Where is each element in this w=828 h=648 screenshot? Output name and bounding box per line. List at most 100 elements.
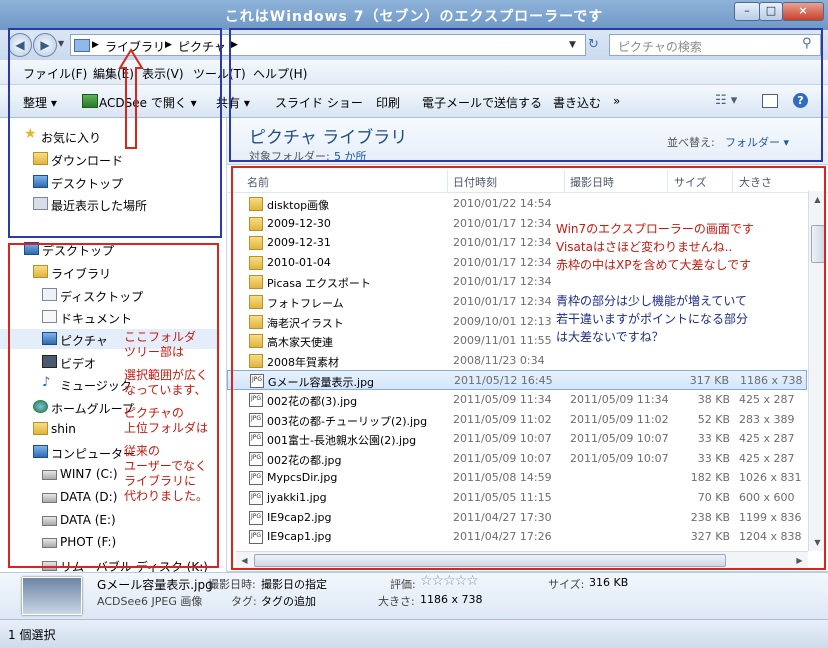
file-row[interactable]: JPG 001富士-長池親水公園(2).jpg 2011/05/09 10:07 20… — [227, 429, 807, 449]
file-row[interactable]: JPG jyakki1.jpg 2011/05/05 11:15 70 KB 600 x… — [227, 488, 807, 508]
open-with-button[interactable]: ACDSee で開く ▾ — [99, 94, 197, 111]
nav-tree-drive-k[interactable]: リムーバブル ディスク (K:) — [0, 555, 220, 572]
music-icon: ♪ — [42, 375, 51, 390]
detail-dims-value: 1186 x 738 — [420, 593, 483, 606]
burn-button[interactable]: 書き込む — [553, 94, 601, 111]
file-taken: 2011/05/09 11:02 — [570, 412, 669, 426]
file-date: 2011/05/09 11:34 — [453, 393, 552, 406]
nav-desktop[interactable]: デスクトップ — [0, 172, 220, 192]
back-button[interactable]: ◀ — [8, 33, 32, 57]
column-divider[interactable] — [447, 170, 448, 192]
nav-downloads[interactable]: ダウンロード — [0, 149, 220, 169]
nav-tree-desktop[interactable]: デスクトップ — [0, 239, 220, 259]
folder-icon — [249, 353, 263, 368]
slideshow-button[interactable]: スライド ショー — [275, 94, 363, 111]
refresh-icon[interactable]: ↻ — [588, 37, 599, 52]
view-options-icon[interactable]: ☷ ▾ — [715, 93, 737, 108]
file-row[interactable]: JPG IE9cap1.jpg 2011/04/27 17:26 327 KB 1204… — [227, 527, 807, 547]
column-divider[interactable] — [564, 170, 565, 192]
included-folders-link[interactable]: 5 か所 — [334, 148, 367, 164]
scroll-right-icon[interactable]: ▶ — [791, 552, 808, 569]
scroll-down-icon[interactable]: ▼ — [809, 534, 826, 551]
column-name[interactable]: 名前 — [247, 174, 269, 190]
nav-label: DATA (D:) — [60, 490, 118, 504]
search-icon[interactable]: ⚲ — [802, 36, 812, 51]
column-divider[interactable] — [667, 170, 668, 192]
file-row[interactable]: JPG 003花の都-チューリップ(2).jpg 2011/05/09 11:02 2… — [227, 410, 807, 430]
more-commands-button[interactable]: » — [613, 94, 620, 108]
file-date: 2011/05/09 10:07 — [453, 432, 552, 446]
column-size[interactable]: サイズ — [674, 174, 707, 190]
tree-note-line: 代わりました。 — [124, 489, 209, 503]
horizontal-scroll-thumb[interactable] — [254, 554, 726, 567]
file-name: 002花の都.jpg — [267, 453, 342, 467]
scroll-left-icon[interactable]: ◀ — [236, 552, 253, 569]
close-button[interactable]: × — [782, 2, 824, 21]
file-row[interactable]: 2008年賀素材 2008/11/23 0:34 — [227, 351, 807, 371]
file-row[interactable]: disktop画像 2010/01/22 14:54 — [227, 194, 807, 214]
folder-icon — [249, 295, 263, 309]
search-input[interactable]: ピクチャの検索 ⚲ — [609, 34, 821, 56]
nav-tree-documents[interactable]: ドキュメント — [0, 307, 220, 327]
file-row[interactable]: JPG 002花の都(3).jpg 2011/05/09 11:34 2011/05/… — [227, 390, 807, 410]
nav-tree-libraries[interactable]: ライブラリ — [0, 262, 220, 282]
nav-recent-places[interactable]: 最近表示した場所 — [0, 194, 220, 214]
scroll-up-icon[interactable]: ▲ — [809, 191, 826, 208]
file-row[interactable]: JPG 002花の都.jpg 2011/05/09 10:07 2011/05/09 … — [227, 449, 807, 469]
drive-icon — [42, 538, 57, 548]
address-dropdown-icon[interactable]: ▼ — [569, 40, 576, 50]
file-date: 2009/10/01 12:13 — [453, 314, 552, 328]
maximize-button[interactable]: □ — [759, 2, 783, 21]
vertical-scrollbar[interactable]: ▲ ▼ — [808, 191, 826, 551]
drive-icon — [42, 493, 57, 503]
forward-button[interactable]: ▶ — [33, 33, 57, 57]
column-divider[interactable] — [732, 170, 733, 192]
nav-favorites[interactable]: ★ お気に入り — [0, 126, 220, 146]
address-bar[interactable]: ▶ ライブラリ ▶ ピクチャ ▶ ▼ — [70, 34, 586, 56]
share-button[interactable]: 共有 ▾ — [216, 94, 250, 111]
vertical-scroll-thumb[interactable] — [811, 225, 825, 263]
file-row[interactable]: JPG IE9cap2.jpg 2011/04/27 17:30 238 KB 1199… — [227, 508, 807, 528]
email-button[interactable]: 電子メールで送信する — [422, 94, 542, 111]
rating-stars-icon[interactable]: ☆☆☆☆☆ — [420, 573, 479, 589]
videos-icon — [42, 355, 57, 368]
nav-label: ライブラリ — [51, 267, 112, 281]
menu-tools[interactable]: ツール(T) — [193, 65, 246, 82]
file-size: 317 KB — [689, 374, 729, 388]
horizontal-scrollbar[interactable]: ◀ ▶ — [236, 551, 808, 569]
nav-tree-disktop[interactable]: ディスクトップ — [0, 285, 220, 305]
file-name: disktop画像 — [267, 199, 330, 212]
share-label: 共有 — [216, 96, 241, 110]
forward-arrow-icon: ▶ — [40, 38, 50, 52]
detail-tag-value[interactable]: タグの追加 — [261, 593, 316, 609]
breadcrumb-pictures[interactable]: ピクチャ — [178, 38, 226, 55]
column-date-taken[interactable]: 撮影日時 — [570, 174, 614, 190]
detail-taken-value[interactable]: 撮影日の指定 — [261, 576, 327, 592]
column-date[interactable]: 日付時刻 — [453, 174, 497, 190]
library-title: ピクチャ ライブラリ — [249, 128, 408, 148]
menu-file[interactable]: ファイル(F) — [23, 65, 87, 82]
detail-taken-label: 撮影日時: — [208, 578, 256, 591]
star-icon: ★ — [24, 126, 37, 142]
minimize-button[interactable]: – — [734, 2, 760, 21]
menu-help[interactable]: ヘルプ(H) — [253, 65, 307, 82]
nav-tree-drive-f[interactable]: PHOT (F:) — [0, 532, 220, 552]
file-size: 238 KB — [690, 510, 730, 524]
help-icon[interactable]: ? — [793, 93, 808, 108]
file-row[interactable]: JPG MypcsDir.jpg 2011/05/08 14:59 182 KB 102… — [227, 468, 807, 488]
included-folders-label: 対象フォルダー: — [249, 150, 330, 163]
detail-dims-label: 大きさ: — [378, 595, 415, 608]
recent-pages-icon[interactable]: ▼ — [58, 39, 64, 48]
nav-tree-drive-e[interactable]: DATA (E:) — [0, 510, 220, 530]
library-folder-icon — [74, 39, 90, 52]
menu-view[interactable]: 表示(V) — [142, 65, 184, 82]
nav-label: リムーバブル ディスク (K:) — [60, 560, 208, 572]
detail-size-label: サイズ: — [548, 578, 585, 591]
organize-button[interactable]: 整理 ▾ — [23, 94, 57, 111]
file-row[interactable]: JPG Gメール容量表示.jpg 2011/05/12 16:45 317 KB 118… — [227, 370, 807, 390]
preview-pane-icon[interactable] — [762, 94, 778, 108]
arrange-by-dropdown[interactable]: フォルダー ▾ — [725, 134, 789, 150]
column-dimensions[interactable]: 大きさ — [739, 174, 772, 190]
print-button[interactable]: 印刷 — [376, 94, 400, 111]
file-row[interactable]: Picasa エクスポート 2010/01/17 12:34 — [227, 272, 807, 292]
